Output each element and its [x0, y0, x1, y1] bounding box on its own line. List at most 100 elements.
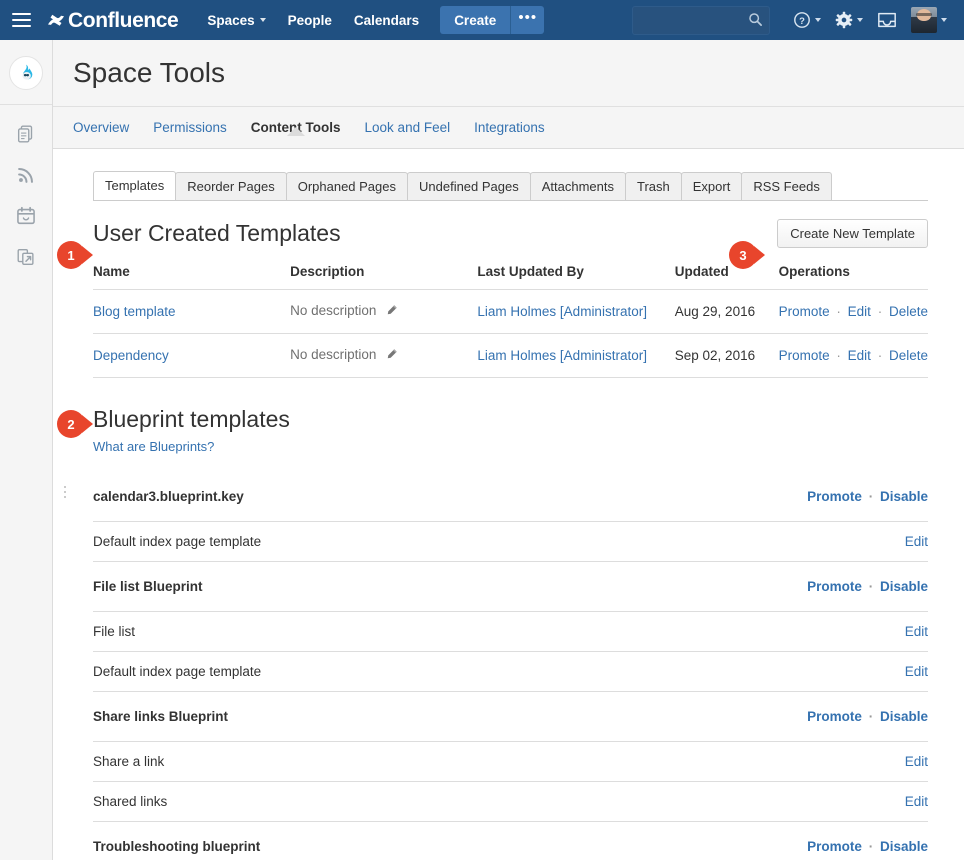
operations-separator: · — [833, 348, 844, 363]
tab-trash[interactable]: Trash — [625, 172, 682, 200]
callout-badge-2: 2 — [57, 410, 85, 438]
last-updated-by-link[interactable]: Liam Holmes [Administrator] — [477, 304, 647, 319]
blueprint-child-row: Shared links Edit — [93, 782, 928, 822]
confluence-logo[interactable]: Confluence — [46, 10, 178, 31]
actions-separator: · — [866, 839, 877, 854]
space-logo-flame-icon[interactable] — [9, 56, 43, 90]
edit-link[interactable]: Edit — [905, 794, 928, 809]
sidebar-item-pages[interactable] — [0, 113, 52, 154]
content-tools-tabstrip-wrapper: Templates Reorder Pages Orphaned Pages U… — [53, 149, 964, 201]
confluence-window: Confluence Spaces People Calendars Creat… — [0, 0, 964, 860]
user-created-templates-section: 1 3 User Created Templates Create New Te… — [53, 219, 964, 378]
subnav-item-integrations[interactable]: Integrations — [474, 120, 545, 135]
blueprint-group-name: Share links Blueprint — [93, 709, 228, 724]
last-updated-by-link[interactable]: Liam Holmes [Administrator] — [477, 348, 647, 363]
delete-link[interactable]: Delete — [889, 304, 928, 319]
hamburger-menu-icon[interactable] — [0, 0, 42, 40]
blueprint-child-row: Default index page template Edit — [93, 522, 928, 562]
create-more-options-icon[interactable]: ••• — [510, 6, 544, 34]
promote-link[interactable]: Promote — [807, 489, 862, 504]
notifications-inbox-button[interactable] — [870, 0, 904, 40]
edit-link[interactable]: Edit — [905, 664, 928, 679]
page-header: Space Tools — [53, 40, 964, 107]
nav-item-calendars[interactable]: Calendars — [343, 0, 430, 40]
actions-separator: · — [866, 579, 877, 594]
subnav-item-content-tools[interactable]: Content Tools — [251, 120, 341, 135]
disable-link[interactable]: Disable — [880, 489, 928, 504]
disable-link[interactable]: Disable — [880, 839, 928, 854]
edit-link[interactable]: Edit — [848, 348, 871, 363]
create-button[interactable]: Create — [440, 6, 510, 34]
edit-link[interactable]: Edit — [848, 304, 871, 319]
blueprint-templates-heading: Blueprint templates — [93, 406, 928, 434]
blueprint-child-row: Share a link Edit — [93, 742, 928, 782]
blueprint-group-name: calendar3.blueprint.key — [93, 489, 244, 504]
user-created-templates-heading: User Created Templates — [93, 220, 341, 248]
help-icon: ? — [793, 11, 811, 29]
cell-description: No description — [290, 290, 477, 334]
tab-export[interactable]: Export — [681, 172, 743, 200]
edit-link[interactable]: Edit — [905, 624, 928, 639]
blueprint-child-name: Default index page template — [93, 664, 261, 679]
description-text: No description — [290, 347, 376, 362]
subnav-item-overview[interactable]: Overview — [73, 120, 129, 135]
tab-reorder-pages[interactable]: Reorder Pages — [175, 172, 286, 200]
edit-link[interactable]: Edit — [905, 534, 928, 549]
nav-item-people-label: People — [288, 13, 332, 28]
user-profile-menu[interactable] — [904, 0, 954, 40]
promote-link[interactable]: Promote — [779, 348, 830, 363]
cell-template-name: Dependency — [93, 334, 290, 378]
cell-updated: Aug 29, 2016 — [675, 290, 779, 334]
blueprint-group-row: Troubleshooting blueprint Promote · Disa… — [93, 822, 928, 860]
sidebar-item-calendars[interactable] — [0, 195, 52, 236]
pages-icon — [15, 123, 37, 145]
top-navigation-bar: Confluence Spaces People Calendars Creat… — [0, 0, 964, 40]
operations-separator: · — [875, 304, 886, 319]
help-menu-button[interactable]: ? — [786, 0, 828, 40]
tab-attachments[interactable]: Attachments — [530, 172, 626, 200]
delete-link[interactable]: Delete — [889, 348, 928, 363]
promote-link[interactable]: Promote — [807, 839, 862, 854]
tab-undefined-pages[interactable]: Undefined Pages — [407, 172, 531, 200]
tab-templates[interactable]: Templates — [93, 171, 176, 200]
cell-last-updated-by: Liam Holmes [Administrator] — [477, 290, 674, 334]
create-new-template-button[interactable]: Create New Template — [777, 219, 928, 248]
edit-description-pencil-icon[interactable] — [385, 348, 398, 364]
edit-link[interactable]: Edit — [905, 754, 928, 769]
template-name-link[interactable]: Dependency — [93, 348, 169, 363]
nav-item-people[interactable]: People — [277, 0, 343, 40]
subnav-item-look-and-feel[interactable]: Look and Feel — [365, 120, 451, 135]
inbox-icon — [877, 11, 897, 29]
page-title: Space Tools — [73, 58, 964, 89]
sidebar-item-feed[interactable] — [0, 154, 52, 195]
sidebar-item-shared-pages[interactable] — [0, 236, 52, 277]
active-tab-pointer-icon — [288, 128, 304, 136]
what-are-blueprints-link[interactable]: What are Blueprints? — [93, 439, 214, 454]
blueprint-group-actions: Promote · Disable — [807, 489, 928, 504]
tab-rss-feeds[interactable]: RSS Feeds — [741, 172, 831, 200]
disable-link[interactable]: Disable — [880, 709, 928, 724]
chevron-down-icon — [815, 18, 821, 22]
template-name-link[interactable]: Blog template — [93, 304, 176, 319]
disable-link[interactable]: Disable — [880, 579, 928, 594]
edit-description-pencil-icon[interactable] — [385, 304, 398, 320]
search-input[interactable] — [633, 7, 769, 34]
callout-badge-3: 3 — [729, 241, 757, 269]
description-text: No description — [290, 303, 376, 318]
subnav-item-permissions[interactable]: Permissions — [153, 120, 227, 135]
blueprint-child-name: Share a link — [93, 754, 164, 769]
promote-link[interactable]: Promote — [807, 579, 862, 594]
promote-link[interactable]: Promote — [807, 709, 862, 724]
search-box[interactable] — [632, 6, 770, 35]
drag-handle-icon[interactable] — [64, 486, 68, 498]
promote-link[interactable]: Promote — [779, 304, 830, 319]
chevron-down-icon — [941, 18, 947, 22]
blueprint-child-row: Default index page template Edit — [93, 652, 928, 692]
content-tools-tabstrip: Templates Reorder Pages Orphaned Pages U… — [93, 171, 928, 201]
settings-menu-button[interactable] — [828, 0, 870, 40]
cell-description: No description — [290, 334, 477, 378]
actions-separator: · — [866, 709, 877, 724]
tab-orphaned-pages[interactable]: Orphaned Pages — [286, 172, 408, 200]
nav-item-spaces[interactable]: Spaces — [196, 0, 276, 40]
nav-item-calendars-label: Calendars — [354, 13, 419, 28]
